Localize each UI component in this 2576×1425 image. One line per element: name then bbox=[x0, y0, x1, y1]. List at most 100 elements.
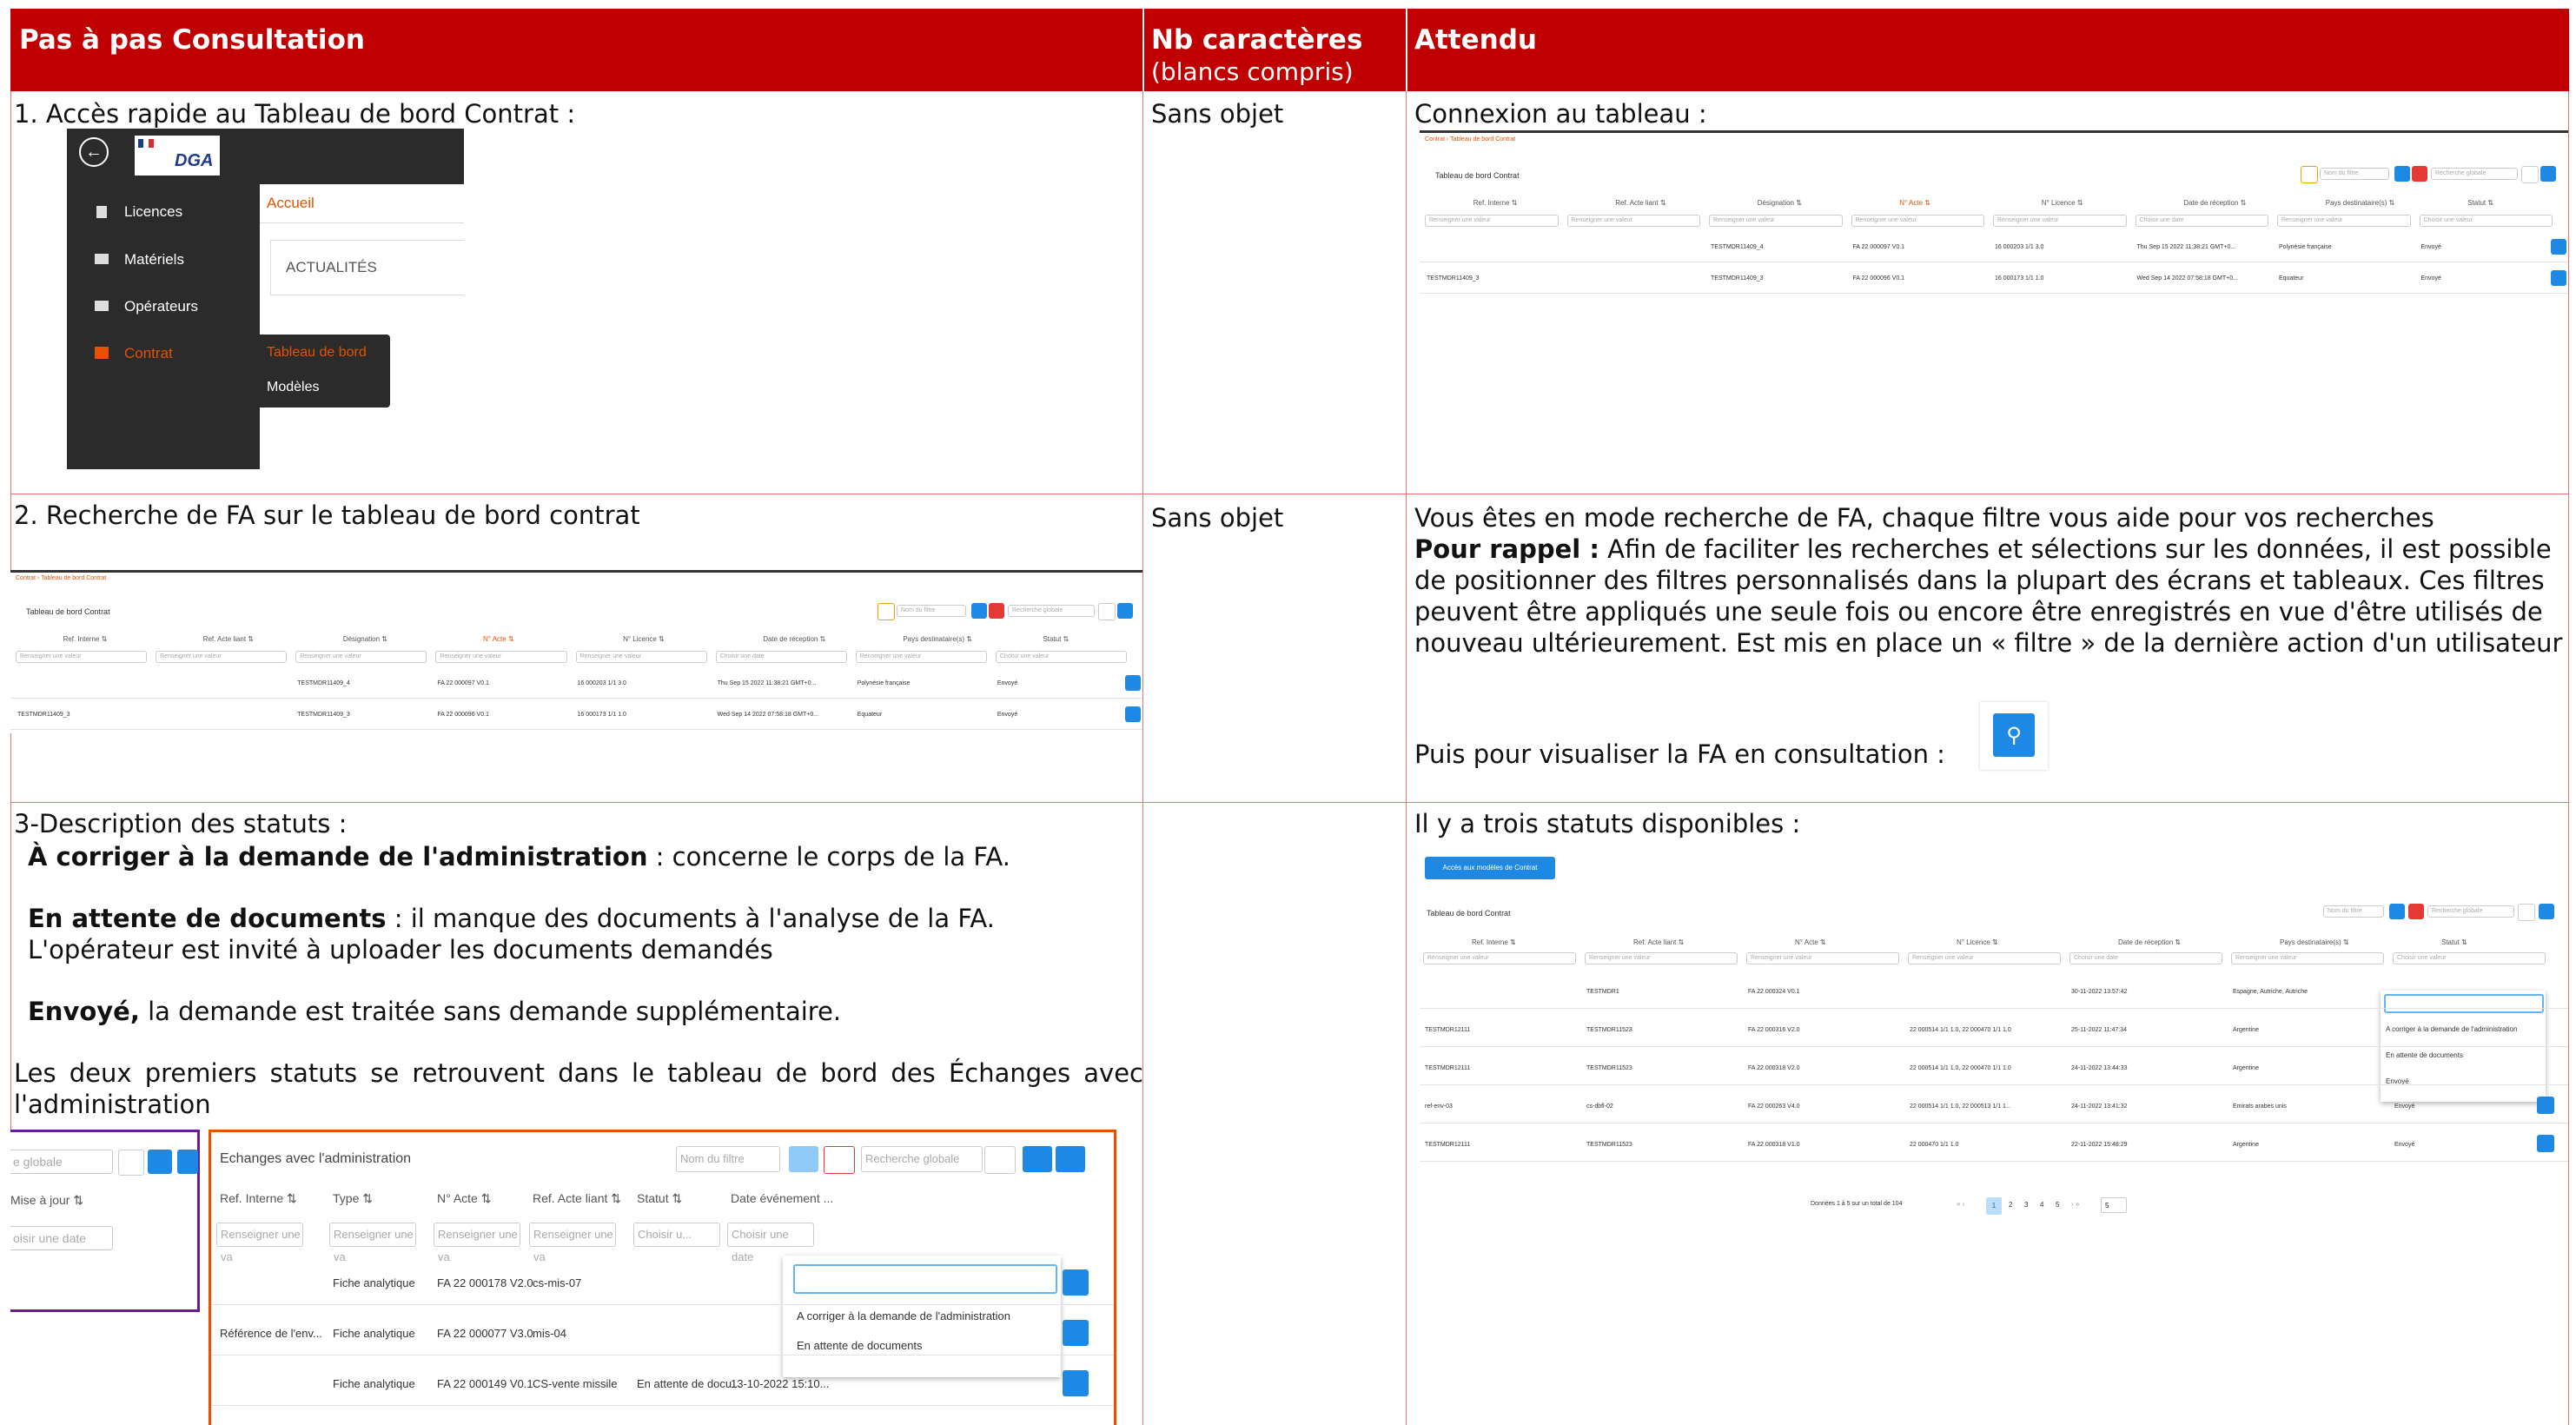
delete-filter-icon[interactable] bbox=[989, 603, 1004, 619]
column-header[interactable]: N° Acte ⇅ bbox=[1795, 938, 1826, 946]
column-filter-input[interactable]: Choisir une valeur bbox=[995, 651, 1127, 663]
submenu-modeles[interactable]: Modèles bbox=[267, 380, 319, 395]
save-filter-icon[interactable] bbox=[789, 1146, 818, 1172]
filter-name-input[interactable]: Nom du filtre bbox=[897, 605, 966, 617]
dropdown-option[interactable]: A corriger à la demande de l'administrat… bbox=[797, 1309, 1010, 1322]
access-models-button[interactable]: Accès aux modèles de Contrat bbox=[1425, 857, 1555, 879]
global-search-input[interactable]: Recherche globale bbox=[2431, 168, 2518, 180]
column-filter-input[interactable]: Renseigner une valeur bbox=[1566, 215, 1700, 227]
column-filter-input[interactable]: Renseigner une va bbox=[216, 1223, 303, 1263]
column-filter-input[interactable]: Choisir une valeur bbox=[2393, 952, 2546, 964]
export-icon[interactable] bbox=[2540, 166, 2556, 182]
column-header[interactable]: Pays destinataire(s) ⇅ bbox=[2280, 938, 2349, 946]
column-filter-input[interactable]: Renseigner une valeur bbox=[575, 651, 707, 663]
page-button[interactable]: 1 bbox=[1986, 1197, 2002, 1215]
column-filter-input[interactable]: Renseigner une valeur bbox=[16, 651, 148, 663]
column-header[interactable]: N° Acte ⇅ bbox=[437, 1191, 491, 1206]
column-header[interactable]: Statut ⇅ bbox=[2441, 938, 2467, 946]
column-header[interactable]: Ref. Interne ⇅ bbox=[1473, 199, 1518, 207]
filter-name-input[interactable]: Nom du filtre bbox=[2320, 168, 2389, 180]
column-header[interactable]: Pays destinataire(s) ⇅ bbox=[903, 635, 972, 643]
view-search-icon[interactable] bbox=[1063, 1269, 1089, 1296]
dropdown-option[interactable]: A corriger à la demande de l'administrat… bbox=[2386, 1025, 2517, 1033]
column-filter-input[interactable]: Renseigner une valeur bbox=[2231, 952, 2384, 964]
filter-name-input[interactable]: Nom du filtre bbox=[2323, 905, 2384, 918]
column-header[interactable]: N° Acte ⇅ bbox=[483, 635, 514, 643]
clear-filter-icon[interactable] bbox=[877, 603, 895, 620]
view-search-icon[interactable]: ⚲ bbox=[1993, 713, 2035, 757]
global-search-input[interactable]: Recherche globale bbox=[861, 1146, 983, 1172]
column-filter-input[interactable]: Renseigner une va bbox=[329, 1223, 416, 1263]
page-size-select[interactable]: 5 bbox=[2101, 1197, 2127, 1213]
view-search-icon[interactable] bbox=[2537, 1135, 2554, 1152]
dropdown-option[interactable]: En attente de documents bbox=[2386, 1051, 2463, 1059]
column-filter-input[interactable]: Renseigner une valeur bbox=[855, 651, 987, 663]
column-header[interactable]: N° Licence ⇅ bbox=[623, 635, 665, 643]
column-filter-input[interactable]: Renseigner une valeur bbox=[1425, 215, 1559, 227]
column-filter-input[interactable]: Renseigner une valeur bbox=[1908, 952, 2061, 964]
column-filter-input[interactable]: Renseigner une valeur bbox=[1993, 215, 2127, 227]
column-filter-input[interactable]: Choisir une date bbox=[727, 1223, 814, 1263]
first-page-icon[interactable]: « ‹ bbox=[1957, 1200, 1964, 1208]
filter-name-input[interactable]: Nom du filtre bbox=[676, 1146, 780, 1172]
column-filter-input[interactable]: Renseigner une va bbox=[529, 1223, 616, 1263]
search-icon[interactable] bbox=[2521, 166, 2539, 183]
column-filter-input[interactable]: Choisir une date bbox=[2135, 215, 2268, 227]
export-icon[interactable] bbox=[1117, 603, 1133, 619]
page-button[interactable]: 2 bbox=[2009, 1201, 2012, 1209]
search-icon[interactable] bbox=[984, 1146, 1016, 1174]
view-search-icon[interactable] bbox=[2551, 270, 2566, 286]
delete-filter-icon[interactable] bbox=[824, 1146, 855, 1174]
dropdown-search-input[interactable] bbox=[793, 1264, 1057, 1294]
save-filter-icon[interactable] bbox=[971, 603, 987, 619]
search-icon[interactable] bbox=[1098, 603, 1116, 620]
sidebar-item-materiels[interactable]: Matériels bbox=[124, 251, 184, 268]
expand-icon[interactable] bbox=[177, 1150, 198, 1174]
column-header[interactable]: Statut ⇅ bbox=[2467, 199, 2493, 207]
column-filter-input[interactable]: Renseigner une valeur bbox=[435, 651, 567, 663]
column-header[interactable]: Ref. Acte liant ⇅ bbox=[1633, 938, 1684, 946]
export-icon[interactable] bbox=[2539, 904, 2554, 919]
column-header[interactable]: Ref. Acte liant ⇅ bbox=[203, 635, 254, 643]
view-search-icon[interactable] bbox=[2551, 239, 2566, 255]
column-header[interactable]: N° Licence ⇅ bbox=[1957, 938, 1998, 946]
expand-icon[interactable] bbox=[1056, 1146, 1085, 1172]
column-header[interactable]: N° Licence ⇅ bbox=[2042, 199, 2083, 207]
view-search-icon[interactable] bbox=[1063, 1320, 1089, 1346]
column-filter-input[interactable]: Renseigner une valeur bbox=[295, 651, 427, 663]
view-search-icon[interactable] bbox=[1125, 675, 1141, 691]
column-filter-input[interactable]: Choisir u... bbox=[633, 1223, 720, 1247]
column-header[interactable]: Date de réception ⇅ bbox=[2118, 938, 2181, 946]
column-header[interactable]: Date de réception ⇅ bbox=[2183, 199, 2246, 207]
dropdown-option[interactable]: En attente de documents bbox=[797, 1339, 923, 1352]
column-filter-input[interactable]: Renseigner une valeur bbox=[1585, 952, 1738, 964]
sidebar-item-licences[interactable]: Licences bbox=[124, 203, 182, 221]
column-header[interactable]: Date événement ... bbox=[731, 1191, 833, 1205]
page-button[interactable]: 5 bbox=[2056, 1201, 2059, 1209]
page-button[interactable]: 4 bbox=[2040, 1201, 2043, 1209]
column-header[interactable]: Désignation ⇅ bbox=[343, 635, 387, 643]
sidebar-item-operateurs[interactable]: Opérateurs bbox=[124, 298, 198, 315]
page-button[interactable]: 3 bbox=[2024, 1201, 2028, 1209]
column-header[interactable]: Désignation ⇅ bbox=[1758, 199, 1802, 207]
delete-filter-icon[interactable] bbox=[2408, 904, 2424, 919]
view-search-icon[interactable] bbox=[1063, 1370, 1089, 1396]
column-filter-input[interactable]: Renseigner une va bbox=[434, 1223, 520, 1263]
view-search-icon[interactable] bbox=[2537, 1097, 2554, 1114]
global-search-input[interactable]: Recherche globale bbox=[2427, 905, 2514, 918]
dropdown-search-input[interactable] bbox=[2384, 994, 2544, 1013]
save-filter-icon[interactable] bbox=[2389, 904, 2405, 919]
column-filter-input[interactable]: Choisir une valeur bbox=[2419, 215, 2553, 227]
save-filter-icon[interactable] bbox=[2394, 166, 2410, 182]
column-filter-input[interactable]: Renseigner une valeur bbox=[1423, 952, 1576, 964]
column-filter-input[interactable]: Choisir une date bbox=[715, 651, 847, 663]
column-header[interactable]: N° Acte ⇅ bbox=[1899, 199, 1930, 207]
column-filter-input[interactable]: Renseigner une valeur bbox=[2277, 215, 2411, 227]
column-header[interactable]: Statut ⇅ bbox=[637, 1191, 682, 1206]
view-search-icon[interactable] bbox=[1125, 706, 1141, 722]
column-header[interactable]: Ref. Interne ⇅ bbox=[63, 635, 108, 643]
search-icon[interactable] bbox=[2518, 904, 2535, 921]
column-header[interactable]: Ref. Acte liant ⇅ bbox=[1615, 199, 1665, 207]
column-header[interactable]: Type ⇅ bbox=[333, 1191, 373, 1206]
sidebar-item-contrat[interactable]: Contrat bbox=[124, 345, 173, 362]
